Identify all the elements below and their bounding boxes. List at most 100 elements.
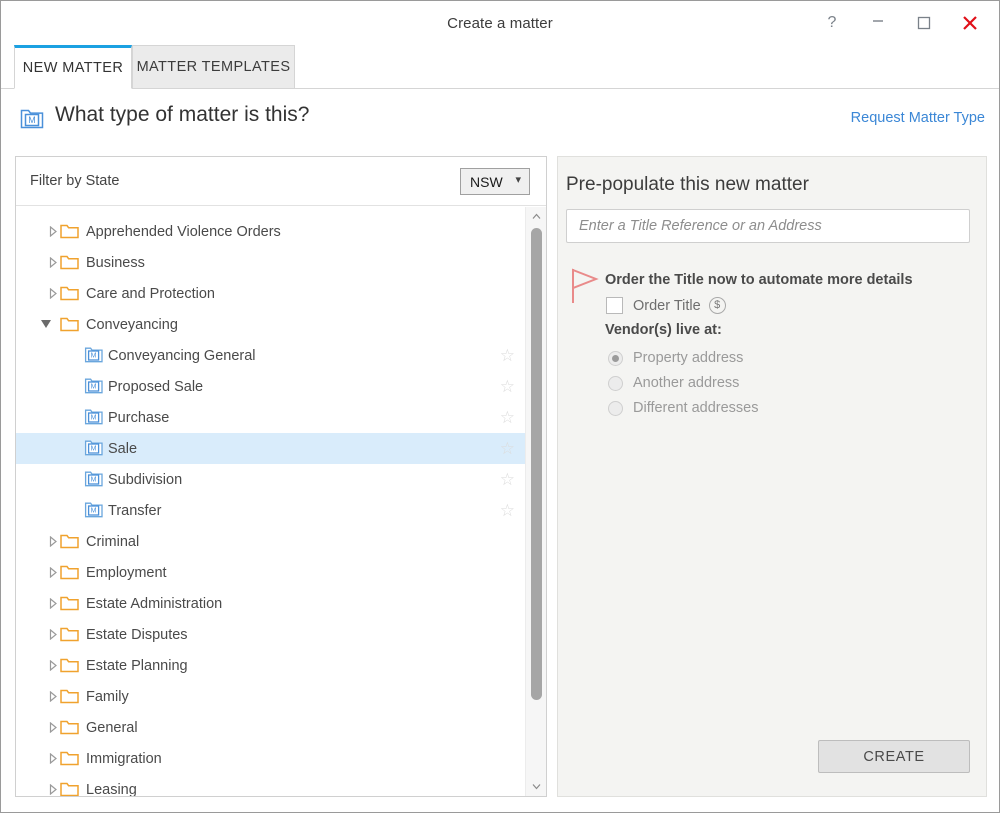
twisty-expanded-icon[interactable] [41,320,51,328]
tree-row-criminal[interactable]: Criminal [16,526,525,557]
order-title-row[interactable]: Order Title $ [606,297,726,314]
favourite-star-icon[interactable]: ☆ [500,378,515,395]
tree-row-estate-administration[interactable]: Estate Administration [16,588,525,619]
tree-row-employment[interactable]: Employment [16,557,525,588]
twisty-collapsed-icon[interactable] [43,722,50,732]
folder-icon [60,595,79,616]
page-header: M What type of matter is this? Request M… [1,90,999,152]
prepopulate-panel: Pre-populate this new matter Order the T… [557,156,987,797]
tree-scrollbar[interactable] [525,207,546,796]
folder-icon [60,626,79,647]
radio-different-addresses[interactable] [608,401,623,416]
close-icon[interactable] [947,5,993,41]
tree-row-conveyancing-general[interactable]: MConveyancing General☆ [16,340,525,371]
tree-row-label: Family [86,689,129,705]
tree-row-family[interactable]: Family [16,681,525,712]
twisty-collapsed-icon[interactable] [43,691,50,701]
twisty-collapsed-icon[interactable] [43,660,50,670]
order-title-label: Order Title [633,298,701,314]
favourite-star-icon[interactable]: ☆ [500,440,515,457]
matter-type-tree[interactable]: Apprehended Violence OrdersBusinessCare … [16,207,525,796]
tree-row-apprehended-violence-orders[interactable]: Apprehended Violence Orders [16,216,525,247]
tree-row-transfer[interactable]: MTransfer☆ [16,495,525,526]
vendor-option-another-address[interactable]: Another address [608,375,739,391]
tree-row-label: Conveyancing [86,317,178,333]
twisty-collapsed-icon[interactable] [43,567,50,577]
order-title-checkbox[interactable] [606,297,623,314]
radio-another-address[interactable] [608,376,623,391]
vendor-live-at-heading: Vendor(s) live at: [605,322,722,338]
scrollbar-thumb[interactable] [531,228,542,700]
tree-row-label: Conveyancing General [108,348,256,364]
matter-type-icon: M [84,377,104,400]
vendor-option-property-address[interactable]: Property address [608,350,743,366]
folder-icon [60,223,79,244]
request-matter-type-link[interactable]: Request Matter Type [851,110,985,126]
matter-type-panel: Filter by State NSW ▾ Apprehended Violen… [15,156,547,797]
vendor-option-different-addresses[interactable]: Different addresses [608,400,758,416]
scroll-down-arrow[interactable] [526,777,547,796]
help-icon[interactable]: ? [809,5,855,41]
tree-row-sale[interactable]: MSale☆ [16,433,525,464]
radio-property-address[interactable] [608,351,623,366]
tree-row-general[interactable]: General [16,712,525,743]
twisty-collapsed-icon[interactable] [43,598,50,608]
cost-dollar-icon[interactable]: $ [709,297,726,314]
svg-text:M: M [28,115,36,125]
tab-new-matter-label: NEW MATTER [23,60,123,76]
tab-new-matter[interactable]: NEW MATTER [14,45,132,89]
maximize-icon[interactable] [901,5,947,41]
tree-row-care-and-protection[interactable]: Care and Protection [16,278,525,309]
matter-type-icon: M [84,501,104,524]
create-button[interactable]: CREATE [818,740,970,773]
tree-row-immigration[interactable]: Immigration [16,743,525,774]
tree-row-conveyancing[interactable]: Conveyancing [16,309,525,340]
tree-row-label: Employment [86,565,167,581]
tree-row-business[interactable]: Business [16,247,525,278]
svg-text:M: M [91,508,97,515]
tree-row-label: Estate Administration [86,596,222,612]
tree-row-label: Immigration [86,751,162,767]
twisty-collapsed-icon[interactable] [43,784,50,794]
twisty-collapsed-icon[interactable] [43,257,50,267]
favourite-star-icon[interactable]: ☆ [500,347,515,364]
tab-matter-templates-label: MATTER TEMPLATES [137,59,291,75]
tree-row-purchase[interactable]: MPurchase☆ [16,402,525,433]
tree-row-label: Leasing [86,782,137,797]
flag-icon [570,267,600,312]
title-reference-input[interactable] [566,209,970,243]
scroll-up-arrow[interactable] [526,207,547,226]
tree-row-leasing[interactable]: Leasing [16,774,525,796]
favourite-star-icon[interactable]: ☆ [500,502,515,519]
title-bar: Create a matter ? [1,1,999,45]
folder-icon [60,719,79,740]
favourite-star-icon[interactable]: ☆ [500,409,515,426]
twisty-collapsed-icon[interactable] [43,536,50,546]
tree-row-estate-planning[interactable]: Estate Planning [16,650,525,681]
twisty-collapsed-icon[interactable] [43,226,50,236]
tree-row-estate-disputes[interactable]: Estate Disputes [16,619,525,650]
chevron-down-icon: ▾ [515,173,521,186]
twisty-collapsed-icon[interactable] [43,288,50,298]
tree-row-label: Sale [108,441,137,457]
matter-type-icon: M [84,408,104,431]
favourite-star-icon[interactable]: ☆ [500,471,515,488]
minimize-icon[interactable] [855,5,901,41]
twisty-collapsed-icon[interactable] [43,629,50,639]
tab-matter-templates[interactable]: MATTER TEMPLATES [132,45,295,89]
folder-icon [60,564,79,585]
tab-bar: NEW MATTER MATTER TEMPLATES [1,45,999,89]
tree-row-label: Subdivision [108,472,182,488]
filter-bar: Filter by State NSW ▾ [16,157,546,206]
prepopulate-title: Pre-populate this new matter [566,174,809,196]
tree-row-subdivision[interactable]: M Subdivision ☆ [16,464,525,495]
page-title: What type of matter is this? [55,103,309,127]
folder-icon [60,750,79,771]
twisty-collapsed-icon[interactable] [43,753,50,763]
tree-row-label: Proposed Sale [108,379,203,395]
tree-row-proposed-sale[interactable]: MProposed Sale ☆ [16,371,525,402]
radio-property-address-label: Property address [633,350,743,366]
state-select[interactable]: NSW ▾ [460,168,530,195]
state-select-value: NSW [470,174,503,190]
svg-text:M: M [91,477,97,484]
